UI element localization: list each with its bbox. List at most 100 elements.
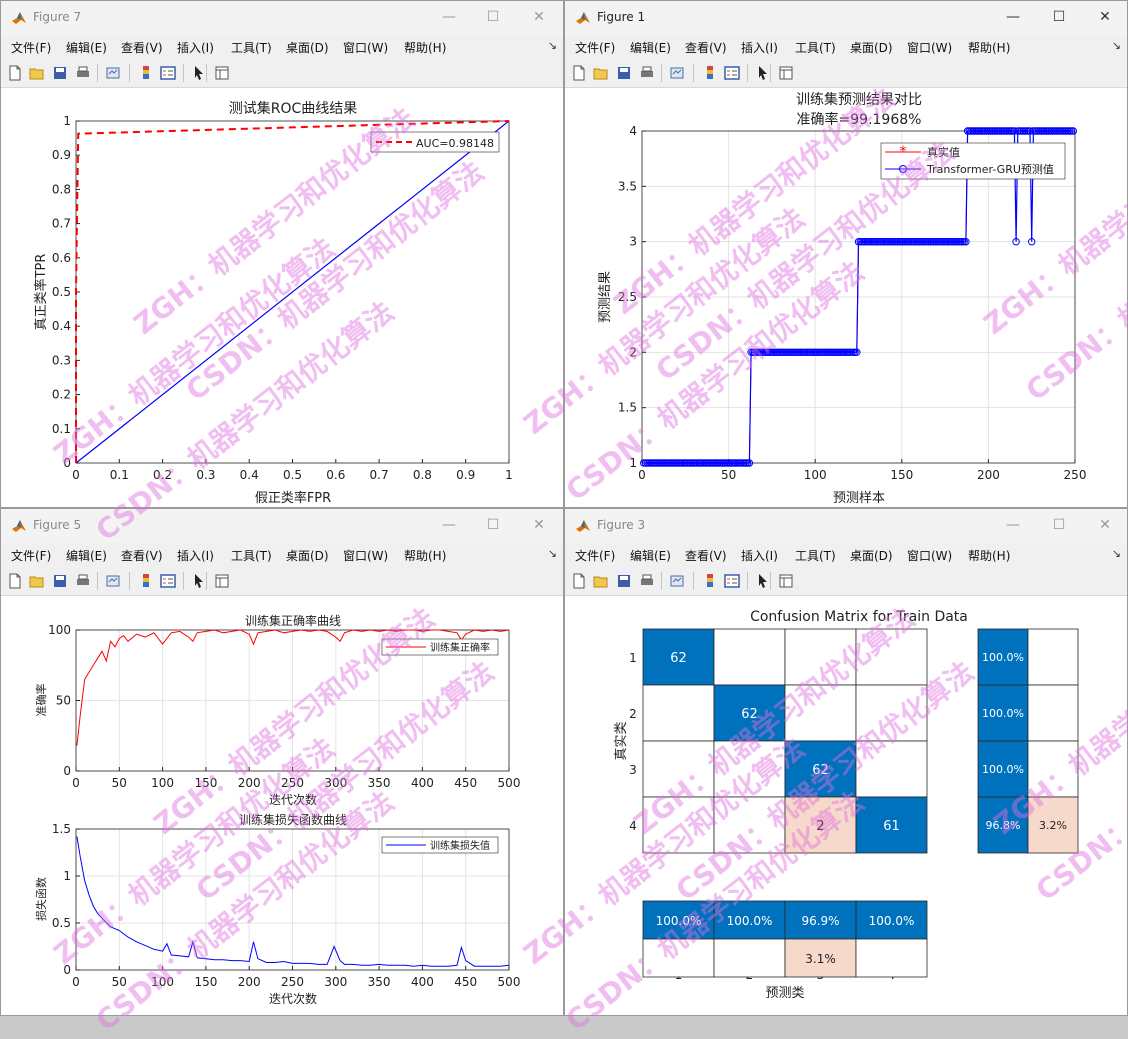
property-inspector-icon[interactable] bbox=[214, 573, 230, 589]
print-icon[interactable] bbox=[639, 65, 655, 81]
colorbar-icon[interactable] bbox=[702, 573, 718, 589]
close-button[interactable]: ✕ bbox=[1091, 5, 1119, 29]
menu-item[interactable]: 工具(T) bbox=[795, 39, 836, 56]
link-icon[interactable] bbox=[105, 573, 121, 589]
toolbar-separator bbox=[183, 64, 184, 82]
menu-item[interactable]: 插入(I) bbox=[177, 547, 214, 564]
row-summary-cell bbox=[1027, 684, 1079, 742]
pointer-icon[interactable] bbox=[755, 65, 771, 81]
new-file-icon[interactable] bbox=[571, 573, 587, 589]
close-button[interactable]: ✕ bbox=[1091, 513, 1119, 537]
menu-item[interactable]: 桌面(D) bbox=[850, 39, 893, 56]
maximize-button[interactable]: ☐ bbox=[479, 5, 507, 29]
menu-item[interactable]: 文件(F) bbox=[575, 39, 615, 56]
menu-item[interactable]: 编辑(E) bbox=[66, 39, 107, 56]
menu-item[interactable]: 帮助(H) bbox=[404, 39, 446, 56]
title-bar[interactable]: Figure 7 — ☐ ✕ bbox=[1, 1, 563, 35]
legend-icon[interactable] bbox=[160, 573, 176, 589]
colorbar-icon[interactable] bbox=[138, 65, 154, 81]
menu-item[interactable]: 窗口(W) bbox=[907, 39, 952, 56]
matlab-logo-icon bbox=[576, 12, 590, 24]
link-icon[interactable] bbox=[669, 573, 685, 589]
pointer-icon[interactable] bbox=[755, 573, 771, 589]
menu-item[interactable]: 帮助(H) bbox=[968, 547, 1010, 564]
menu-item[interactable]: 文件(F) bbox=[575, 547, 615, 564]
title-bar[interactable]: Figure 5 — ☐ ✕ bbox=[1, 509, 563, 543]
legend-icon[interactable] bbox=[724, 573, 740, 589]
menu-item[interactable]: 帮助(H) bbox=[404, 547, 446, 564]
menu-item[interactable]: 桌面(D) bbox=[850, 547, 893, 564]
menu-overflow-icon[interactable]: ↘ bbox=[548, 547, 557, 560]
legend-icon[interactable] bbox=[724, 65, 740, 81]
open-folder-icon[interactable] bbox=[29, 65, 45, 81]
close-button[interactable]: ✕ bbox=[525, 5, 553, 29]
property-inspector-icon[interactable] bbox=[778, 573, 794, 589]
menu-item[interactable]: 查看(V) bbox=[121, 39, 163, 56]
col-summary-cell bbox=[642, 938, 715, 978]
y-axis-label: 准确率 bbox=[34, 684, 48, 717]
confusion-matrix-chart: Confusion Matrix for Train Data 62 62 62 2 61… bbox=[614, 609, 1079, 1001]
link-icon[interactable] bbox=[669, 65, 685, 81]
menu-item[interactable]: 窗口(W) bbox=[343, 39, 388, 56]
link-icon[interactable] bbox=[105, 65, 121, 81]
legend-icon[interactable] bbox=[160, 65, 176, 81]
menu-item[interactable]: 插入(I) bbox=[741, 39, 778, 56]
menu-item[interactable]: 插入(I) bbox=[177, 39, 214, 56]
menu-item[interactable]: 窗口(W) bbox=[907, 547, 952, 564]
menu-item[interactable]: 查看(V) bbox=[685, 39, 727, 56]
menu-item[interactable]: 编辑(E) bbox=[66, 547, 107, 564]
save-icon[interactable] bbox=[52, 65, 68, 81]
menu-item[interactable]: 工具(T) bbox=[231, 39, 272, 56]
menu-item[interactable]: 插入(I) bbox=[741, 547, 778, 564]
menu-item[interactable]: 查看(V) bbox=[685, 547, 727, 564]
new-file-icon[interactable] bbox=[7, 573, 23, 589]
print-icon[interactable] bbox=[75, 573, 91, 589]
menu-item[interactable]: 文件(F) bbox=[11, 547, 51, 564]
new-file-icon[interactable] bbox=[571, 65, 587, 81]
menu-item[interactable]: 窗口(W) bbox=[343, 547, 388, 564]
menu-item[interactable]: 桌面(D) bbox=[286, 39, 329, 56]
title-bar[interactable]: Figure 1 — ☐ ✕ bbox=[565, 1, 1127, 35]
menu-item[interactable]: 编辑(E) bbox=[630, 547, 671, 564]
pointer-icon[interactable] bbox=[191, 573, 207, 589]
x-tick-label: 150 bbox=[194, 975, 217, 989]
minimize-button[interactable]: — bbox=[999, 5, 1027, 29]
menu-item[interactable]: 工具(T) bbox=[795, 547, 836, 564]
menu-item[interactable]: 文件(F) bbox=[11, 39, 51, 56]
close-button[interactable]: ✕ bbox=[525, 513, 553, 537]
y-axis-label: 损失函数 bbox=[34, 877, 48, 921]
property-inspector-icon[interactable] bbox=[778, 65, 794, 81]
colorbar-icon[interactable] bbox=[138, 573, 154, 589]
y-tick-label: 3 bbox=[629, 235, 637, 249]
maximize-button[interactable]: ☐ bbox=[1045, 513, 1073, 537]
maximize-button[interactable]: ☐ bbox=[1045, 5, 1073, 29]
print-icon[interactable] bbox=[639, 573, 655, 589]
open-folder-icon[interactable] bbox=[593, 573, 609, 589]
new-file-icon[interactable] bbox=[7, 65, 23, 81]
y-tick-label: 0 bbox=[63, 764, 71, 778]
menu-overflow-icon[interactable]: ↘ bbox=[548, 39, 557, 52]
pointer-icon[interactable] bbox=[191, 65, 207, 81]
print-icon[interactable] bbox=[75, 65, 91, 81]
title-bar[interactable]: Figure 3 — ☐ ✕ bbox=[565, 509, 1127, 543]
minimize-button[interactable]: — bbox=[435, 513, 463, 537]
minimize-button[interactable]: — bbox=[435, 5, 463, 29]
menu-overflow-icon[interactable]: ↘ bbox=[1112, 39, 1121, 52]
menu-item[interactable]: 工具(T) bbox=[231, 547, 272, 564]
colorbar-icon[interactable] bbox=[702, 65, 718, 81]
maximize-button[interactable]: ☐ bbox=[479, 513, 507, 537]
open-folder-icon[interactable] bbox=[29, 573, 45, 589]
save-icon[interactable] bbox=[616, 65, 632, 81]
minimize-button[interactable]: — bbox=[999, 513, 1027, 537]
menu-item[interactable]: 编辑(E) bbox=[630, 39, 671, 56]
save-icon[interactable] bbox=[52, 573, 68, 589]
menu-item[interactable]: 桌面(D) bbox=[286, 547, 329, 564]
property-inspector-icon[interactable] bbox=[214, 65, 230, 81]
save-icon[interactable] bbox=[616, 573, 632, 589]
menu-overflow-icon[interactable]: ↘ bbox=[1112, 547, 1121, 560]
toolbar bbox=[1, 567, 563, 596]
menu-item[interactable]: 查看(V) bbox=[121, 547, 163, 564]
open-folder-icon[interactable] bbox=[593, 65, 609, 81]
toolbar-separator bbox=[129, 64, 130, 82]
menu-item[interactable]: 帮助(H) bbox=[968, 39, 1010, 56]
